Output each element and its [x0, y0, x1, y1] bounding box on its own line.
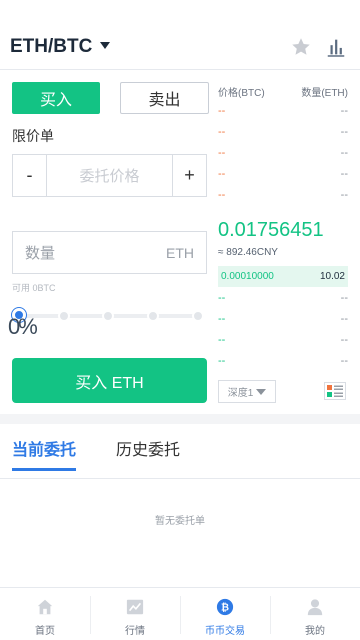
- ask-row[interactable]: -- --: [218, 184, 348, 205]
- last-price: 0.01756451: [218, 219, 324, 241]
- ask-row[interactable]: -- --: [218, 100, 348, 121]
- bid-qty: --: [340, 333, 348, 346]
- ask-qty: --: [340, 167, 348, 180]
- bid-price: 0.00010000: [221, 271, 274, 282]
- trade-side-tabs: 买入 卖出: [12, 82, 209, 114]
- star-icon[interactable]: [290, 36, 312, 58]
- ask-price: --: [218, 167, 226, 180]
- bid-price: --: [218, 291, 226, 304]
- tab-order-history[interactable]: 历史委托: [116, 436, 180, 460]
- pair-selector[interactable]: ETH/BTC: [10, 36, 111, 58]
- last-price-cny: ≈ 892.46CNY: [218, 247, 278, 258]
- bid-row[interactable]: -- --: [218, 308, 348, 329]
- available-balance: 可用 0BTC: [12, 283, 56, 293]
- ask-qty: --: [340, 125, 348, 138]
- price-increase-button[interactable]: +: [173, 155, 206, 196]
- caret-down-icon: [256, 388, 267, 395]
- nav-item-profile[interactable]: 我的: [270, 588, 360, 640]
- asks-list: -- -- -- -- -- -- -- -- -- --: [218, 100, 348, 205]
- bid-row[interactable]: -- --: [218, 350, 348, 371]
- tab-sell[interactable]: 卖出: [120, 82, 209, 114]
- svg-text:₿: ₿: [221, 603, 229, 614]
- home-icon: [37, 599, 53, 615]
- nav-label: 行情: [125, 626, 145, 637]
- ask-price: --: [218, 188, 226, 201]
- pair-label: ETH/BTC: [10, 36, 93, 57]
- ask-row[interactable]: -- --: [218, 163, 348, 184]
- empty-orders-text: 暂无委托单: [155, 516, 205, 527]
- slider-stop-50[interactable]: [102, 310, 114, 322]
- bid-row[interactable]: -- --: [218, 287, 348, 308]
- bid-qty: --: [340, 354, 348, 367]
- bottom-nav: 首页 行情 ₿ 币币交易 我的: [0, 587, 360, 640]
- slider-stop-25[interactable]: [58, 310, 70, 322]
- caret-down-icon: [100, 41, 111, 49]
- orders-tabs: 当前委托 历史委托: [0, 424, 360, 479]
- percent-value: 0%: [8, 314, 38, 339]
- tab-current-orders[interactable]: 当前委托: [12, 436, 76, 460]
- ask-qty: --: [340, 146, 348, 159]
- ask-qty: --: [340, 104, 348, 117]
- quantity-field[interactable]: 数量 ETH: [12, 231, 207, 274]
- ask-price: --: [218, 125, 226, 138]
- percent-slider[interactable]: [12, 306, 204, 328]
- nav-item-home[interactable]: 首页: [0, 588, 90, 640]
- kline-chart-icon[interactable]: [325, 36, 347, 58]
- bid-qty: 10.02: [319, 271, 345, 282]
- bid-row[interactable]: 0.00010000 10.02: [218, 266, 348, 287]
- nav-label: 首页: [35, 626, 55, 637]
- price-decrease-button[interactable]: -: [13, 155, 46, 196]
- order-type-label[interactable]: 限价单: [12, 126, 54, 146]
- bid-price: --: [218, 333, 226, 346]
- bid-qty: --: [340, 291, 348, 304]
- price-stepper: - 委托价格 +: [12, 154, 207, 197]
- price-column-header: 价格(BTC): [218, 88, 265, 99]
- slider-stop-75[interactable]: [147, 310, 159, 322]
- profile-icon: [307, 599, 323, 616]
- qty-column-header: 数量(ETH): [301, 88, 348, 99]
- orderbook-layout-icon[interactable]: [324, 382, 346, 400]
- ask-row[interactable]: -- --: [218, 121, 348, 142]
- ask-row[interactable]: -- --: [218, 142, 348, 163]
- bid-price: --: [218, 354, 226, 367]
- bid-qty: --: [340, 312, 348, 325]
- nav-item-exchange[interactable]: ₿ 币币交易: [180, 588, 270, 640]
- market-icon: [126, 599, 144, 615]
- exchange-icon: ₿: [216, 598, 234, 616]
- quantity-placeholder: 数量: [25, 245, 56, 262]
- depth-label: 深度1: [227, 388, 254, 399]
- nav-item-market[interactable]: 行情: [90, 588, 180, 640]
- depth-selector[interactable]: 深度1: [218, 380, 276, 403]
- ask-price: --: [218, 146, 226, 159]
- top-bar: ETH/BTC: [0, 0, 360, 70]
- tab-buy[interactable]: 买入: [12, 82, 100, 114]
- bids-list: 0.00010000 10.02 -- -- -- -- -- -- -- --: [218, 266, 348, 371]
- nav-label: 币币交易: [205, 626, 245, 637]
- active-tab-indicator: [12, 468, 76, 471]
- ask-qty: --: [340, 188, 348, 201]
- nav-label: 我的: [305, 626, 325, 637]
- slider-stop-100[interactable]: [192, 310, 204, 322]
- quantity-unit: ETH: [166, 244, 194, 261]
- bid-row[interactable]: -- --: [218, 329, 348, 350]
- price-input[interactable]: 委托价格: [46, 155, 173, 196]
- orderbook-header: 价格(BTC) 数量(ETH): [218, 84, 348, 99]
- ask-price: --: [218, 104, 226, 117]
- buy-eth-button[interactable]: 买入 ETH: [12, 358, 207, 403]
- bid-price: --: [218, 312, 226, 325]
- section-divider: [0, 414, 360, 424]
